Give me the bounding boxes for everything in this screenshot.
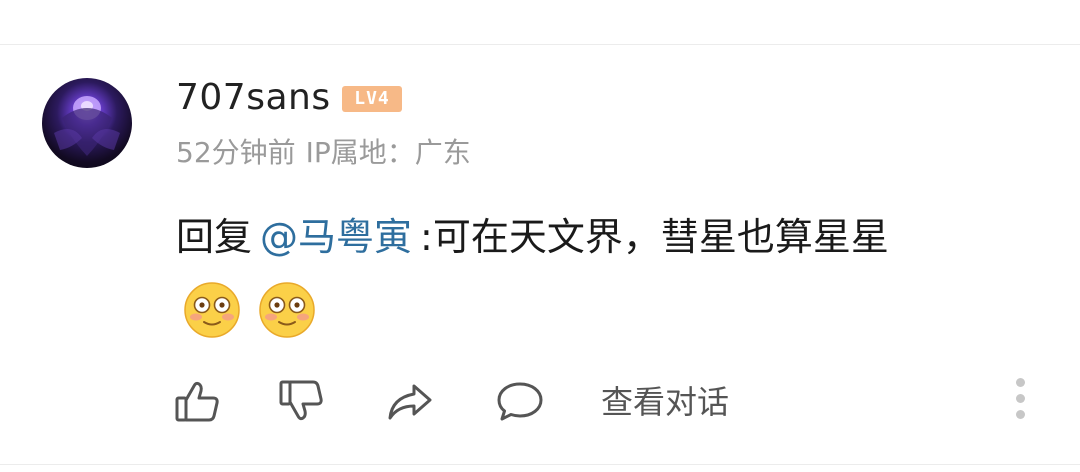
avatar[interactable]	[42, 78, 132, 168]
comment-body: :可在天文界，彗星也算星星	[420, 215, 889, 259]
vertical-ellipsis-icon[interactable]	[1008, 378, 1032, 426]
thumbs-up-icon[interactable]	[172, 376, 224, 428]
thumbs-down-icon[interactable]	[276, 376, 328, 428]
bottom-divider	[0, 464, 1080, 465]
flushed-face-emoji	[183, 281, 241, 339]
level-badge: LV4	[342, 86, 402, 112]
mention-link[interactable]: @马粤寅	[260, 215, 412, 259]
flushed-face-emoji	[258, 281, 316, 339]
action-bar: 查看对话	[0, 372, 1080, 432]
avatar-image	[54, 96, 120, 156]
view-conversation-button[interactable]: 查看对话	[601, 380, 729, 424]
speech-bubble-icon[interactable]	[494, 376, 546, 428]
top-divider	[0, 44, 1080, 45]
username[interactable]: 707sans	[176, 76, 331, 120]
time-ago: 52分钟前	[176, 136, 296, 169]
reply-prefix: 回复	[176, 215, 253, 259]
share-arrow-icon[interactable]	[384, 376, 436, 428]
emoji-row	[183, 281, 333, 341]
ip-location: IP属地：广东	[305, 136, 471, 169]
comment-meta: 52分钟前 IP属地：广东	[176, 135, 481, 171]
comment-text: 回复 @马粤寅:可在天文界，彗星也算星星	[176, 213, 889, 261]
